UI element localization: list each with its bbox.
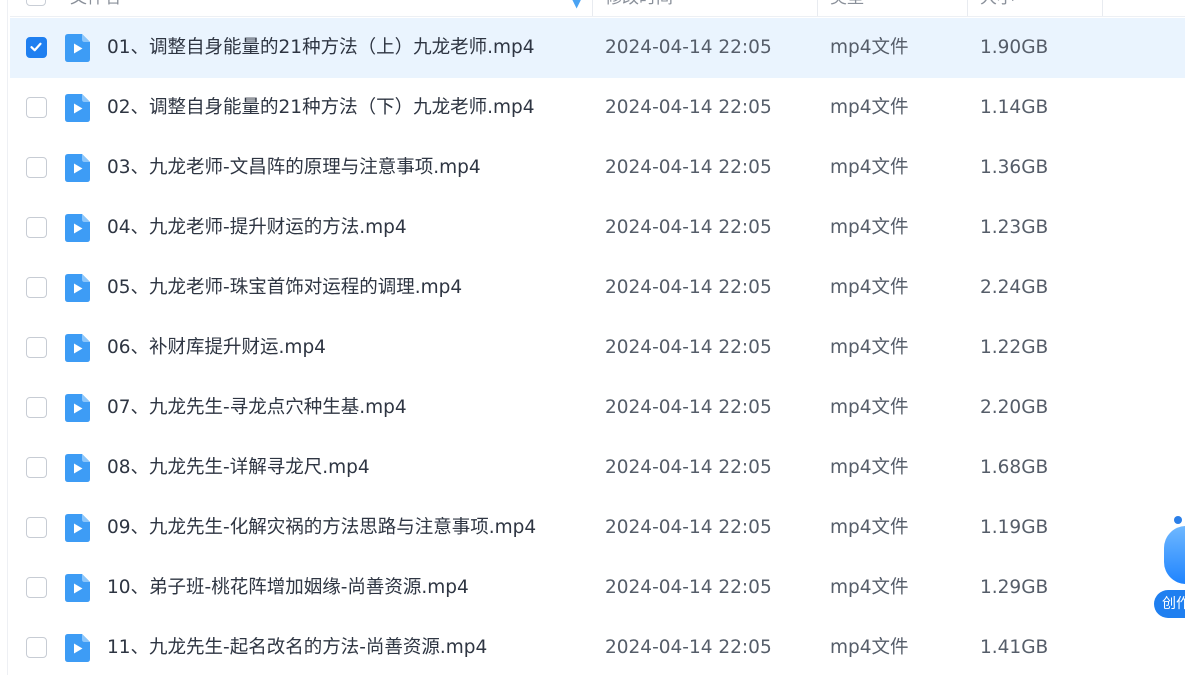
notification-dot-icon bbox=[1174, 516, 1182, 524]
file-type: mp4文件 bbox=[830, 217, 909, 238]
file-size: 1.36GB bbox=[980, 157, 1049, 178]
row-checkbox[interactable] bbox=[26, 517, 47, 538]
sort-down-icon[interactable]: ▼ bbox=[572, 0, 581, 10]
file-type: mp4文件 bbox=[830, 457, 909, 478]
video-file-icon bbox=[65, 514, 90, 542]
file-name[interactable]: 11、九龙先生-起名改名的方法-尚善资源.mp4 bbox=[107, 618, 487, 675]
video-file-icon bbox=[65, 334, 90, 362]
row-checkbox[interactable] bbox=[26, 277, 47, 298]
file-size: 1.68GB bbox=[980, 457, 1049, 478]
file-type: mp4文件 bbox=[830, 397, 909, 418]
file-size: 1.14GB bbox=[980, 97, 1049, 118]
file-row[interactable]: 01、调整自身能量的21种方法（上）九龙老师.mp4 2024-04-14 22:… bbox=[10, 18, 1185, 78]
video-file-icon bbox=[65, 574, 90, 602]
modified-time: 2024-04-14 22:05 bbox=[605, 337, 772, 358]
file-row[interactable]: 10、弟子班-桃花阵增加姻缘-尚善资源.mp4 2024-04-14 22:05 m… bbox=[10, 558, 1185, 618]
file-size: 1.29GB bbox=[980, 577, 1049, 598]
file-size: 1.23GB bbox=[980, 217, 1049, 238]
row-checkbox[interactable] bbox=[26, 337, 47, 358]
file-row[interactable]: 04、九龙老师-提升财运的方法.mp4 2024-04-14 22:05 mp4文件… bbox=[10, 198, 1185, 258]
file-type: mp4文件 bbox=[830, 517, 909, 538]
file-name[interactable]: 06、补财库提升财运.mp4 bbox=[107, 318, 326, 378]
file-type: mp4文件 bbox=[830, 97, 909, 118]
file-name[interactable]: 08、九龙先生-详解寻龙尺.mp4 bbox=[107, 438, 370, 498]
video-file-icon bbox=[65, 34, 90, 62]
video-file-icon bbox=[65, 154, 90, 182]
file-type: mp4文件 bbox=[830, 157, 909, 178]
assistant-mascot-icon[interactable] bbox=[1164, 526, 1185, 584]
column-divider[interactable] bbox=[817, 0, 818, 16]
file-row[interactable]: 07、九龙先生-寻龙点穴种生基.mp4 2024-04-14 22:05 mp4文件… bbox=[10, 378, 1185, 438]
modified-time: 2024-04-14 22:05 bbox=[605, 397, 772, 418]
video-file-icon bbox=[65, 394, 90, 422]
file-name[interactable]: 09、九龙先生-化解灾祸的方法思路与注意事项.mp4 bbox=[107, 498, 536, 558]
file-row[interactable]: 09、九龙先生-化解灾祸的方法思路与注意事项.mp4 2024-04-14 22:… bbox=[10, 498, 1185, 558]
modified-time: 2024-04-14 22:05 bbox=[605, 517, 772, 538]
file-name[interactable]: 04、九龙老师-提升财运的方法.mp4 bbox=[107, 198, 407, 258]
modified-time: 2024-04-14 22:05 bbox=[605, 277, 772, 298]
video-file-icon bbox=[65, 634, 90, 662]
row-checkbox[interactable] bbox=[26, 397, 47, 418]
file-row[interactable]: 06、补财库提升财运.mp4 2024-04-14 22:05 mp4文件 1.22G… bbox=[10, 318, 1185, 378]
file-name[interactable]: 07、九龙先生-寻龙点穴种生基.mp4 bbox=[107, 378, 407, 438]
video-file-icon bbox=[65, 214, 90, 242]
video-file-icon bbox=[65, 274, 90, 302]
file-rows: 01、调整自身能量的21种方法（上）九龙老师.mp4 2024-04-14 22:… bbox=[10, 18, 1185, 675]
file-size: 1.90GB bbox=[980, 37, 1049, 58]
file-row[interactable]: 11、九龙先生-起名改名的方法-尚善资源.mp4 2024-04-14 22:05… bbox=[10, 618, 1185, 675]
file-size: 1.22GB bbox=[980, 337, 1049, 358]
video-file-icon bbox=[65, 454, 90, 482]
create-button[interactable]: 创作 bbox=[1154, 590, 1185, 618]
file-type: mp4文件 bbox=[830, 277, 909, 298]
video-file-icon bbox=[65, 94, 90, 122]
column-header-size[interactable]: 大小 bbox=[980, 0, 1014, 16]
file-size: 1.41GB bbox=[980, 637, 1049, 658]
modified-time: 2024-04-14 22:05 bbox=[605, 157, 772, 178]
modified-time: 2024-04-14 22:05 bbox=[605, 457, 772, 478]
row-checkbox[interactable] bbox=[26, 157, 47, 178]
row-checkbox[interactable] bbox=[26, 97, 47, 118]
left-divider bbox=[7, 0, 8, 675]
column-divider[interactable] bbox=[967, 0, 968, 16]
file-size: 1.19GB bbox=[980, 517, 1049, 538]
file-name[interactable]: 01、调整自身能量的21种方法（上）九龙老师.mp4 bbox=[107, 18, 535, 78]
row-checkbox[interactable] bbox=[26, 577, 47, 598]
row-checkbox[interactable] bbox=[26, 457, 47, 478]
file-name[interactable]: 02、调整自身能量的21种方法（下）九龙老师.mp4 bbox=[107, 78, 535, 138]
file-type: mp4文件 bbox=[830, 337, 909, 358]
file-row[interactable]: 03、九龙老师-文昌阵的原理与注意事项.mp4 2024-04-14 22:05 m… bbox=[10, 138, 1185, 198]
row-checkbox[interactable] bbox=[26, 217, 47, 238]
modified-time: 2024-04-14 22:05 bbox=[605, 97, 772, 118]
file-list-view: 文件名 ▼ 修改时间 类型 大小 01、调整自身能量的21种方法（上）九龙老师.… bbox=[0, 0, 1185, 675]
file-size: 2.20GB bbox=[980, 397, 1049, 418]
column-header-time[interactable]: 修改时间 bbox=[605, 0, 673, 16]
table-header: 文件名 ▼ 修改时间 类型 大小 bbox=[10, 0, 1185, 17]
row-checkbox[interactable] bbox=[26, 37, 47, 58]
file-row[interactable]: 05、九龙老师-珠宝首饰对运程的调理.mp4 2024-04-14 22:05 mp… bbox=[10, 258, 1185, 318]
file-name[interactable]: 03、九龙老师-文昌阵的原理与注意事项.mp4 bbox=[107, 138, 481, 198]
column-header-name[interactable]: 文件名 bbox=[70, 0, 121, 16]
modified-time: 2024-04-14 22:05 bbox=[605, 577, 772, 598]
file-type: mp4文件 bbox=[830, 637, 909, 658]
file-type: mp4文件 bbox=[830, 577, 909, 598]
file-row[interactable]: 08、九龙先生-详解寻龙尺.mp4 2024-04-14 22:05 mp4文件 1.… bbox=[10, 438, 1185, 498]
checkmark-icon bbox=[30, 42, 42, 52]
file-name[interactable]: 05、九龙老师-珠宝首饰对运程的调理.mp4 bbox=[107, 258, 462, 318]
file-name[interactable]: 10、弟子班-桃花阵增加姻缘-尚善资源.mp4 bbox=[107, 558, 469, 618]
file-row[interactable]: 02、调整自身能量的21种方法（下）九龙老师.mp4 2024-04-14 22:… bbox=[10, 78, 1185, 138]
column-header-type[interactable]: 类型 bbox=[830, 0, 864, 16]
select-all-checkbox[interactable] bbox=[26, 0, 46, 6]
file-type: mp4文件 bbox=[830, 37, 909, 58]
modified-time: 2024-04-14 22:05 bbox=[605, 37, 772, 58]
modified-time: 2024-04-14 22:05 bbox=[605, 217, 772, 238]
modified-time: 2024-04-14 22:05 bbox=[605, 637, 772, 658]
column-divider[interactable] bbox=[592, 0, 593, 16]
file-size: 2.24GB bbox=[980, 277, 1049, 298]
column-divider[interactable] bbox=[1102, 0, 1103, 16]
row-checkbox[interactable] bbox=[26, 637, 47, 658]
create-float-widget[interactable]: 创作 bbox=[1152, 510, 1185, 625]
